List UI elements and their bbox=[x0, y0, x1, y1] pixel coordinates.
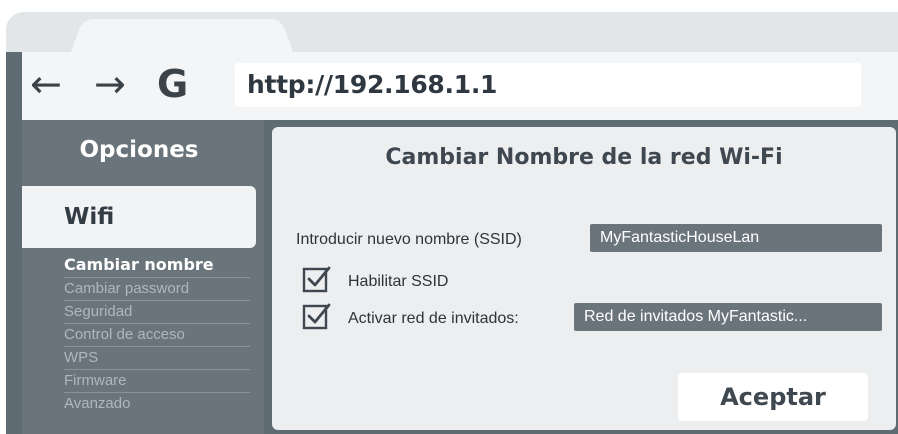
ssid-label: Introducir nuevo nombre (SSID) bbox=[296, 231, 522, 248]
router-page: Opciones Wifi Cambiar nombre Cambiar pas… bbox=[22, 120, 898, 434]
sidebar: Opciones Wifi Cambiar nombre Cambiar pas… bbox=[22, 120, 264, 434]
browser-window: ← → G http://192.168.1.1 Opciones Wifi C… bbox=[6, 12, 898, 434]
forward-arrow-icon[interactable]: → bbox=[94, 62, 126, 106]
sidebar-item-control-de-acceso[interactable]: Control de acceso bbox=[64, 324, 250, 347]
sidebar-title: Opciones bbox=[79, 137, 199, 163]
sidebar-section-wifi[interactable]: Wifi bbox=[22, 186, 256, 248]
back-arrow-icon[interactable]: ← bbox=[30, 62, 62, 106]
sidebar-menu: Cambiar nombre Cambiar password Segurida… bbox=[64, 254, 250, 416]
sidebar-item-seguridad[interactable]: Seguridad bbox=[64, 301, 250, 324]
guest-network-input[interactable]: Red de invitados MyFantastic... bbox=[574, 303, 882, 331]
sidebar-item-cambiar-nombre[interactable]: Cambiar nombre bbox=[64, 254, 250, 278]
address-bar[interactable]: http://192.168.1.1 bbox=[235, 63, 861, 107]
accept-button[interactable]: Aceptar bbox=[678, 373, 868, 421]
sidebar-item-avanzado[interactable]: Avanzado bbox=[64, 393, 250, 416]
enable-ssid-checkbox[interactable] bbox=[302, 264, 332, 294]
ssid-input[interactable]: MyFantasticHouseLan bbox=[590, 224, 882, 252]
reload-icon[interactable]: G bbox=[157, 62, 188, 106]
guest-network-checkbox[interactable] bbox=[302, 301, 332, 331]
guest-network-label: Activar red de invitados: bbox=[348, 310, 519, 327]
tab-strip bbox=[6, 12, 898, 57]
browser-toolbar: ← → G http://192.168.1.1 bbox=[22, 52, 898, 120]
sidebar-item-firmware[interactable]: Firmware bbox=[64, 370, 250, 393]
page-title: Cambiar Nombre de la red Wi-Fi bbox=[385, 145, 783, 170]
sidebar-item-cambiar-password[interactable]: Cambiar password bbox=[64, 278, 250, 301]
enable-ssid-label: Habilitar SSID bbox=[348, 273, 449, 290]
sidebar-item-wps[interactable]: WPS bbox=[64, 347, 250, 370]
settings-panel: Cambiar Nombre de la red Wi-Fi Introduci… bbox=[272, 127, 896, 430]
window-edge bbox=[6, 42, 22, 434]
